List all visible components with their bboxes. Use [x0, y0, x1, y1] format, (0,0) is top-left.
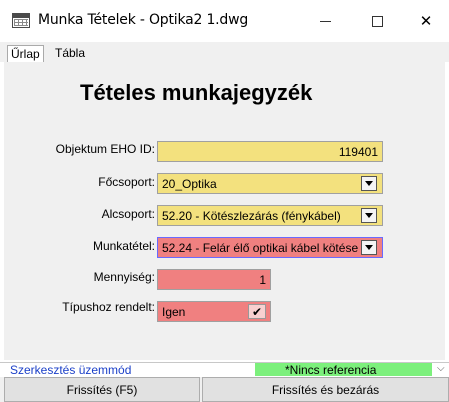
status-bar: Szerkesztés üzemmód *Nincs referencia ⌵ — [0, 362, 449, 377]
maximize-icon — [371, 15, 383, 27]
focsoport-select[interactable]: 20_Optika — [157, 173, 383, 194]
tipushoz-label: Típushoz rendelt: — [62, 300, 155, 314]
form-heading: Tételes munkajegyzék — [80, 80, 313, 105]
tipushoz-field[interactable]: Igen ✔ — [157, 301, 271, 322]
objektum-label: Objektum EHO ID: — [55, 142, 155, 156]
edit-mode-status: Szerkesztés üzemmód — [10, 363, 132, 377]
mennyiseg-label: Mennyiség: — [93, 270, 155, 284]
mennyiseg-field[interactable]: 1 — [157, 269, 271, 290]
alcsoport-label: Alcsoport: — [101, 207, 155, 221]
refresh-and-close-button[interactable]: Frissítés és bezárás — [202, 377, 449, 402]
tipushoz-checkbox[interactable]: ✔ — [248, 304, 266, 319]
munkatetel-select[interactable]: 52.24 - Felár élő optikai kábel kötése — [157, 237, 383, 258]
close-icon: ✕ — [419, 13, 433, 30]
refresh-button[interactable]: Frissítés (F5) — [4, 377, 200, 402]
alcsoport-value: 52.20 - Kötészlezárás (fénykábel) — [162, 209, 341, 223]
minimize-button[interactable] — [302, 0, 348, 42]
tipushoz-value: Igen — [162, 305, 186, 319]
chevron-down-icon — [365, 181, 373, 186]
focsoport-value: 20_Optika — [162, 177, 217, 191]
chevron-down-icon[interactable]: ⌵ — [437, 363, 445, 374]
tab-strip: Űrlap Tábla — [0, 42, 449, 62]
check-icon: ✔ — [251, 304, 263, 319]
munkatetel-value: 52.24 - Felár élő optikai kábel kötése — [162, 241, 359, 255]
munkatetel-dropdown-button[interactable] — [361, 240, 377, 255]
munkatetel-label: Munkatétel: — [92, 239, 155, 253]
chevron-down-icon — [365, 213, 373, 218]
objektum-id-field[interactable]: 119401 — [157, 141, 383, 162]
button-bar: Frissítés (F5) Frissítés és bezárás — [0, 377, 449, 402]
focsoport-label: Főcsoport: — [98, 175, 155, 189]
title-bar: Munka Tételek - Optika2 1.dwg ✕ — [0, 0, 449, 42]
window-title: Munka Tételek - Optika2 1.dwg — [38, 12, 249, 28]
reference-status: *Nincs referencia — [255, 363, 432, 377]
table-app-icon — [12, 13, 30, 28]
alcsoport-dropdown-button[interactable] — [361, 208, 377, 223]
close-button[interactable]: ✕ — [403, 0, 449, 42]
chevron-down-icon — [365, 245, 373, 250]
form-panel: Tételes munkajegyzék Objektum EHO ID: 11… — [4, 62, 445, 360]
tab-urlap[interactable]: Űrlap — [7, 45, 44, 62]
tab-tabla[interactable]: Tábla — [52, 45, 88, 62]
minimize-icon — [319, 20, 331, 22]
alcsoport-select[interactable]: 52.20 - Kötészlezárás (fénykábel) — [157, 205, 383, 226]
focsoport-dropdown-button[interactable] — [361, 176, 377, 191]
maximize-button[interactable] — [354, 0, 400, 42]
